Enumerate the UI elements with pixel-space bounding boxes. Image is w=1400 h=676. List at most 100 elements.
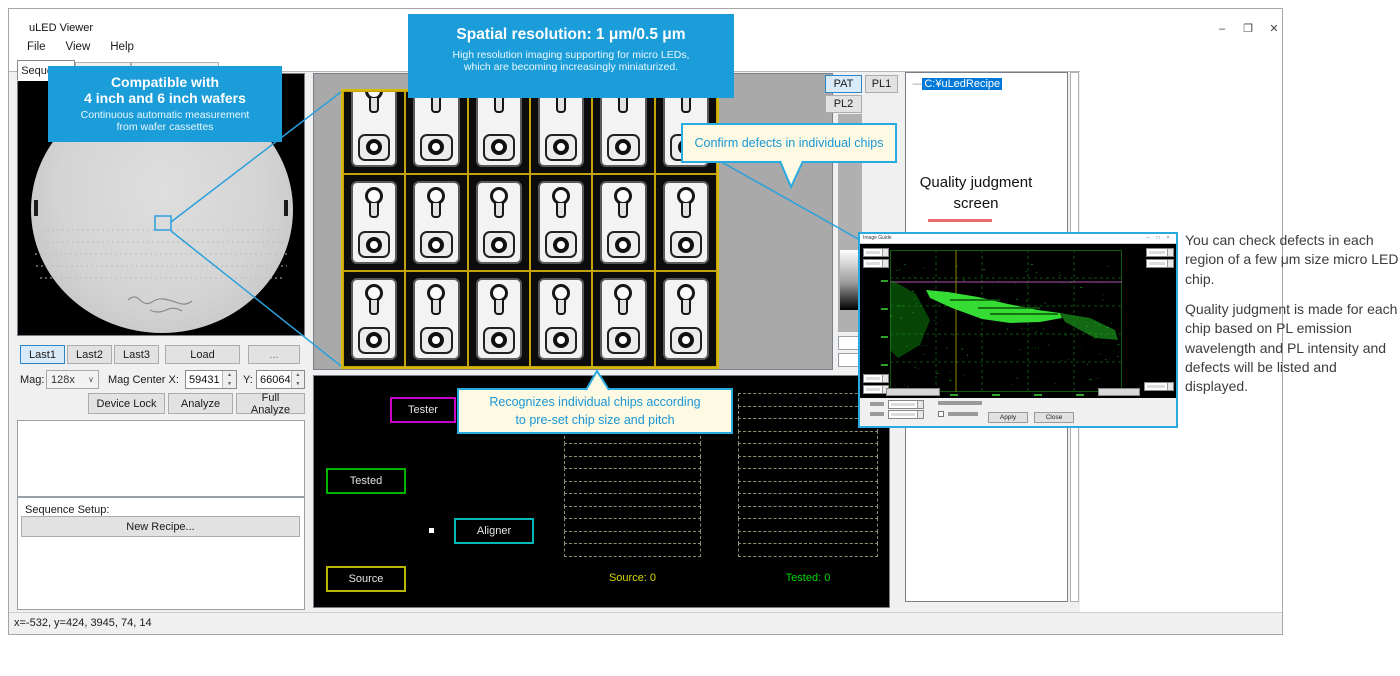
last3-button[interactable]: Last3: [114, 345, 159, 364]
cassette-slot: [738, 543, 878, 557]
inset-checkbox[interactable]: [938, 411, 944, 417]
inset-axis-dropdown[interactable]: [888, 400, 924, 409]
chip-cell: [468, 271, 530, 367]
chip-cell: [343, 271, 405, 367]
result-list-panel: [17, 420, 305, 497]
inset-apply-button[interactable]: Apply: [988, 412, 1028, 423]
tree-item-root[interactable]: ---- C:¥uLedRecipe: [912, 78, 1002, 90]
minimize-icon[interactable]: –: [1144, 235, 1152, 241]
load-button[interactable]: Load: [165, 345, 240, 364]
menu-view[interactable]: View: [62, 39, 95, 55]
tested-box: Tested: [326, 468, 406, 494]
inset-h-scrollbar[interactable]: [886, 388, 940, 396]
chip-cell: [592, 91, 654, 174]
inset-close-button[interactable]: Close: [1034, 412, 1074, 423]
inset-spinner[interactable]: [863, 259, 889, 268]
quality-underline: [928, 219, 992, 222]
mag-center-x-input[interactable]: 59431 ▲▼: [185, 370, 237, 389]
new-recipe-button[interactable]: New Recipe...: [21, 516, 300, 537]
menu-bar: File View Help: [23, 39, 138, 55]
tested-cassette-slots: [738, 394, 878, 557]
pl2-button[interactable]: PL2: [825, 95, 862, 113]
sequence-setup-label: Sequence Setup:: [25, 504, 109, 516]
mag-center-label: Mag Center X:: [108, 374, 179, 386]
quality-judgment-label: Quality judgment screen: [900, 172, 1052, 214]
cassette-slot: [738, 456, 878, 470]
last1-button[interactable]: Last1: [20, 345, 65, 364]
cassette-slot: [564, 518, 701, 532]
cassette-slot: [564, 493, 701, 507]
chip-cell: [655, 271, 717, 367]
inset-spinner[interactable]: [1144, 382, 1174, 391]
mag-select[interactable]: 128x ∨: [46, 370, 99, 389]
maximize-icon[interactable]: ❐: [1237, 20, 1259, 38]
spinner-arrows-icon[interactable]: ▲▼: [222, 371, 236, 388]
inset-titlebar[interactable]: Image Guide – □ ×: [860, 234, 1176, 244]
stage-position-dot: [429, 528, 434, 533]
inset-plot-area: [860, 244, 1176, 398]
pl1-button[interactable]: PL1: [865, 75, 898, 93]
menu-help[interactable]: Help: [106, 39, 138, 55]
full-analyze-button[interactable]: Full Analyze: [236, 393, 305, 414]
close-icon[interactable]: ✕: [1263, 20, 1285, 38]
more-button[interactable]: ...: [248, 345, 300, 364]
cassette-slot: [738, 418, 878, 432]
resolution-callout: Spatial resolution: 1 μm/0.5 μm High res…: [408, 14, 734, 98]
cassette-slot: [738, 468, 878, 482]
pat-button[interactable]: PAT: [825, 75, 862, 93]
mag-center-y-input[interactable]: 66064 ▲▼: [256, 370, 305, 389]
inset-h-scrollbar[interactable]: [1098, 388, 1140, 396]
wafer-callout-sub2: from wafer cassettes: [48, 121, 282, 133]
spinner-arrows-icon[interactable]: ▲▼: [291, 371, 304, 388]
mag-select-value: 128x: [51, 374, 75, 386]
status-text: x=-532, y=424, 3945, 74, 14: [14, 617, 152, 629]
resolution-callout-sub2: which are becoming increasingly miniatur…: [408, 61, 734, 73]
chip-view-canvas[interactable]: [313, 73, 833, 370]
cassette-slot: [738, 493, 878, 507]
recognize-chips-text1: Recognizes individual chips according: [489, 393, 700, 411]
cassette-slot: [564, 481, 701, 495]
inset-spinner[interactable]: [1146, 248, 1174, 257]
cassette-slot: [564, 531, 701, 545]
chip-cell: [468, 91, 530, 174]
inset-spinner[interactable]: [863, 248, 889, 257]
chip-cell: [343, 91, 405, 174]
status-bar: x=-532, y=424, 3945, 74, 14: [9, 612, 1282, 634]
cassette-slot: [564, 506, 701, 520]
inset-spinner[interactable]: [1146, 259, 1174, 268]
recognize-chips-text2: to pre-set chip size and pitch: [515, 411, 674, 429]
chip-cell: [343, 174, 405, 272]
dropdown-arrow-icon: ∨: [88, 375, 94, 384]
resolution-callout-title: Spatial resolution: 1 μm/0.5 μm: [408, 26, 734, 44]
menu-file[interactable]: File: [23, 39, 50, 55]
inset-control-strip: Apply Close: [860, 398, 1176, 426]
minimize-icon[interactable]: –: [1211, 20, 1233, 38]
cassette-slot: [564, 443, 701, 457]
chip-cell: [405, 174, 467, 272]
analyze-button[interactable]: Analyze: [168, 393, 233, 414]
confirm-defects-text: Confirm defects in individual chips: [695, 134, 884, 152]
inset-axis-dropdown[interactable]: [888, 410, 924, 419]
cassette-slot: [738, 518, 878, 532]
source-count: Source: 0: [564, 572, 701, 584]
maximize-icon[interactable]: □: [1154, 235, 1162, 241]
wafer-callout-title2: 4 inch and 6 inch wafers: [48, 90, 282, 106]
tree-branch-icon: ----: [912, 79, 921, 90]
device-lock-button[interactable]: Device Lock: [88, 393, 165, 414]
tested-count: Tested: 0: [738, 572, 878, 584]
cassette-slot: [738, 531, 878, 545]
aligner-box: Aligner: [454, 518, 534, 544]
tree-root-label: C:¥uLedRecipe: [922, 78, 1002, 90]
chip-cell: [405, 91, 467, 174]
tested-label: Tested: [350, 475, 382, 487]
close-icon[interactable]: ×: [1164, 235, 1172, 241]
confirm-defects-callout: Confirm defects in individual chips: [681, 123, 897, 163]
recognize-chips-callout: Recognizes individual chips according to…: [457, 388, 733, 434]
chip-cell: [468, 174, 530, 272]
cassette-slot: [738, 406, 878, 420]
wafer-callout-title1: Compatible with: [48, 74, 282, 90]
inset-spinner[interactable]: [863, 374, 889, 383]
cassette-slot: [564, 468, 701, 482]
chip-cell: [405, 271, 467, 367]
last2-button[interactable]: Last2: [67, 345, 112, 364]
